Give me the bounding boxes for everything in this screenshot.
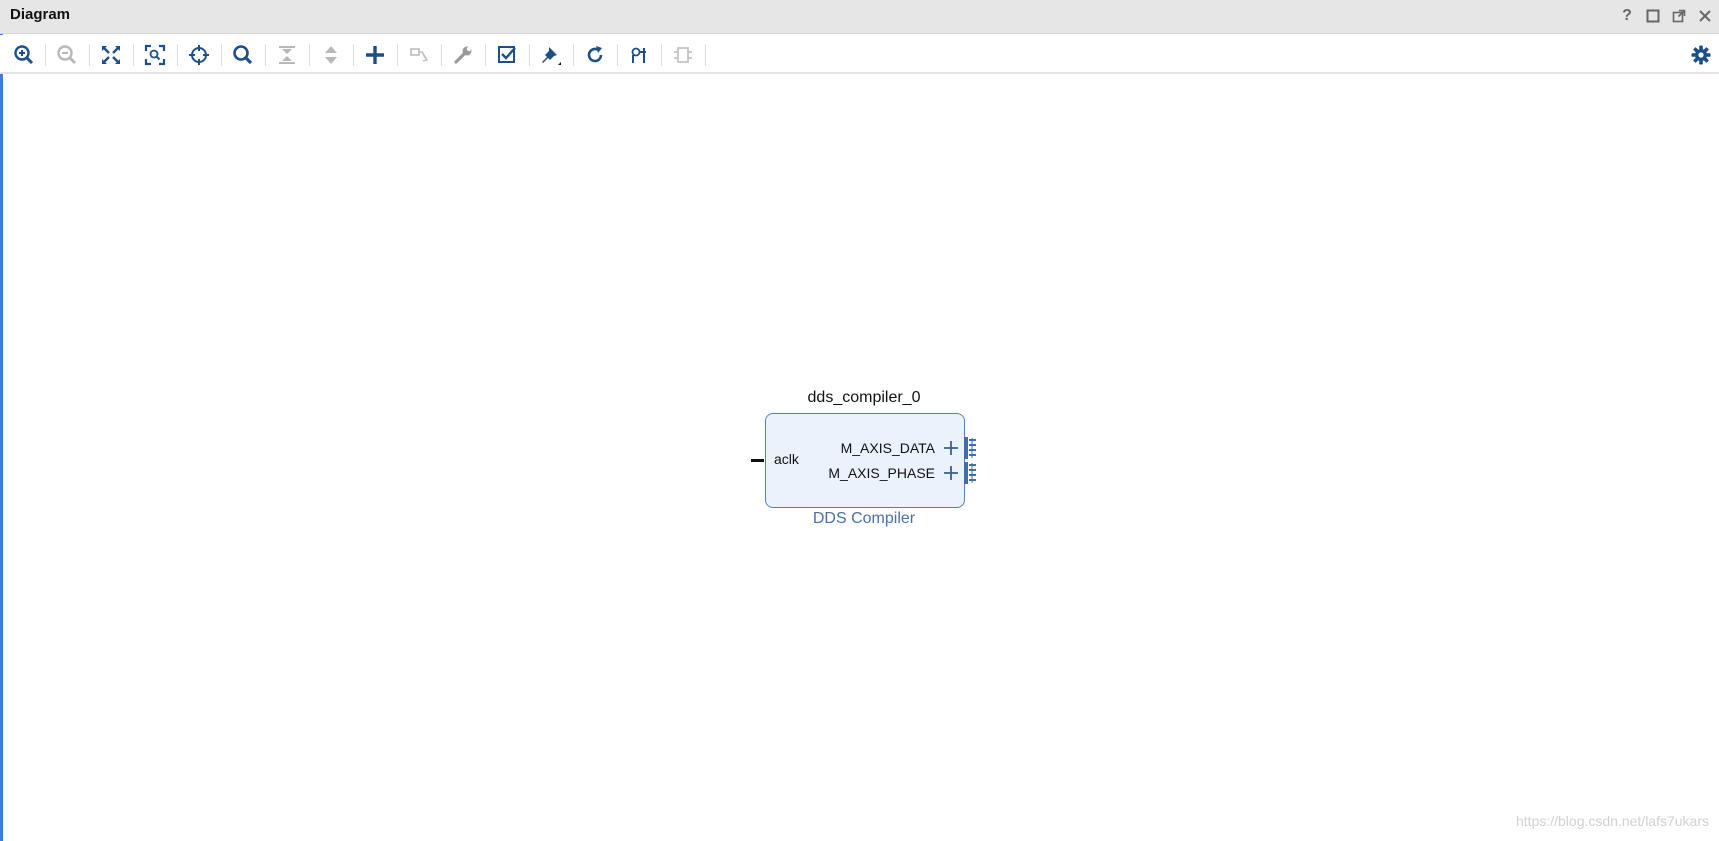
- panel-title: Diagram: [10, 6, 71, 23]
- window-controls: ?: [1617, 6, 1715, 26]
- help-icon[interactable]: ?: [1617, 6, 1637, 26]
- gear-icon[interactable]: [1688, 42, 1714, 68]
- port-label-aclk: aclk: [774, 451, 799, 467]
- toolbar-separator: [133, 44, 134, 66]
- wrench-icon[interactable]: [450, 42, 476, 68]
- toolbar-separator: [485, 44, 486, 66]
- port-label-m-axis-phase: M_AXIS_PHASE: [828, 465, 935, 481]
- watermark: https://blog.csdn.net/lafs7ukars: [1516, 813, 1709, 829]
- panel-title-bar: Diagram ?: [0, 0, 1719, 34]
- toolbar-separator: [177, 44, 178, 66]
- toolbar-separator: [397, 44, 398, 66]
- toolbar-separator: [45, 44, 46, 66]
- diagram-toolbar: [0, 35, 1719, 74]
- toolbar-separator: [441, 44, 442, 66]
- add-ip-icon[interactable]: [362, 42, 388, 68]
- close-icon[interactable]: [1695, 6, 1715, 26]
- expand-port-m-axis-data-icon[interactable]: [943, 440, 959, 456]
- toolbar-separator: [661, 44, 662, 66]
- port-label-m-axis-data: M_AXIS_DATA: [840, 440, 935, 456]
- zoom-fit-icon[interactable]: [98, 42, 124, 68]
- search-icon[interactable]: [230, 42, 256, 68]
- toolbar-separator: [705, 44, 706, 66]
- make-connection-icon[interactable]: [406, 42, 432, 68]
- dds-compiler-block[interactable]: aclk M_AXIS_DATA M_AXIS_PHASE: [765, 413, 965, 508]
- expand-port-m-axis-phase-icon[interactable]: [943, 465, 959, 481]
- validate-design-icon[interactable]: [494, 42, 520, 68]
- toolbar-separator: [617, 44, 618, 66]
- toolbar-separator: [89, 44, 90, 66]
- expand-all-icon[interactable]: [318, 42, 344, 68]
- zoom-in-icon[interactable]: [11, 42, 37, 68]
- toolbar-separator: [573, 44, 574, 66]
- collapse-all-icon[interactable]: [274, 42, 300, 68]
- create-hierarchy-icon[interactable]: [670, 42, 696, 68]
- m-axis-data-bus-pin[interactable]: [964, 437, 976, 459]
- toolbar-separator: [221, 44, 222, 66]
- regenerate-layout-icon[interactable]: [582, 42, 608, 68]
- m-axis-phase-bus-pin[interactable]: [964, 462, 976, 484]
- toolbar-separator: [309, 44, 310, 66]
- zoom-selection-icon[interactable]: [142, 42, 168, 68]
- maximize-icon[interactable]: [1643, 6, 1663, 26]
- block-instance-name: dds_compiler_0: [807, 389, 921, 406]
- optimize-routing-icon[interactable]: [626, 42, 652, 68]
- float-icon[interactable]: [1669, 6, 1689, 26]
- zoom-out-icon[interactable]: [54, 42, 80, 68]
- aclk-pin[interactable]: [751, 459, 764, 462]
- pin-icon[interactable]: [538, 42, 564, 68]
- toolbar-separator: [265, 44, 266, 66]
- auto-fit-selection-icon[interactable]: [186, 42, 212, 68]
- toolbar-separator: [353, 44, 354, 66]
- toolbar-separator: [529, 44, 530, 66]
- block-type-label: DDS Compiler: [812, 510, 916, 527]
